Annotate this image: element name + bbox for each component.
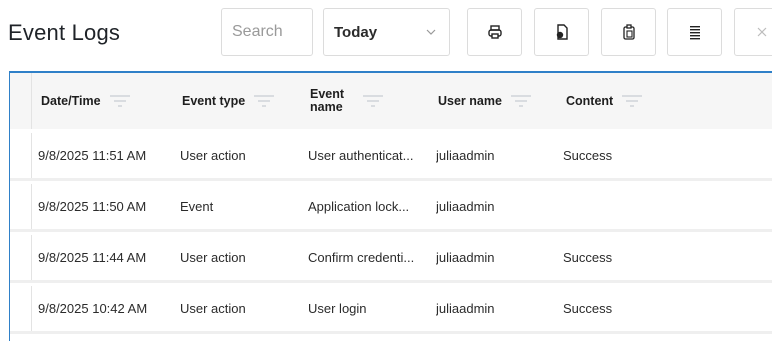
print-icon	[487, 25, 502, 39]
column-header-label: Event type	[182, 94, 246, 108]
columns-icon	[689, 26, 700, 40]
cell-user-name: juliaadmin	[436, 301, 495, 316]
print-button[interactable]	[467, 8, 522, 56]
column-header-label: User name	[438, 94, 502, 108]
column-header-label: Content	[566, 94, 614, 108]
copy-icon	[622, 24, 635, 40]
row-gutter	[10, 235, 32, 280]
cell-event-name: Application lock...	[308, 199, 410, 214]
cell-user-name: juliaadmin	[436, 148, 495, 163]
columns-button[interactable]	[667, 8, 722, 56]
column-header-label: Event name	[310, 87, 345, 114]
export-file-icon	[556, 24, 568, 40]
column-header-event-name[interactable]: Event name	[310, 88, 384, 114]
column-header-label: Date/Time	[41, 94, 101, 108]
row-gutter	[10, 73, 32, 129]
cell-datetime: 9/8/2025 11:50 AM	[38, 199, 147, 214]
cell-datetime: 9/8/2025 11:44 AM	[38, 250, 147, 265]
cell-content: Success	[563, 148, 613, 163]
cell-event-type: User action	[180, 148, 246, 163]
table-row[interactable]: 9/8/2025 11:50 AM Event Application lock…	[10, 184, 772, 232]
event-log-table: Date/Time Event type Event name User nam…	[9, 71, 772, 341]
search-input[interactable]	[221, 8, 313, 56]
filter-icon[interactable]	[253, 94, 275, 108]
row-gutter	[10, 286, 32, 331]
row-gutter	[10, 133, 32, 178]
date-range-select[interactable]: Today	[323, 8, 450, 56]
chevron-down-icon	[426, 29, 436, 35]
cell-user-name: juliaadmin	[436, 199, 495, 214]
table-row[interactable]: 9/8/2025 11:51 AM User action User authe…	[10, 133, 772, 181]
column-header-datetime[interactable]: Date/Time	[41, 94, 131, 108]
cell-event-name: User authenticat...	[308, 148, 414, 163]
cell-content: Success	[563, 250, 613, 265]
cell-event-name: Confirm credenti...	[308, 250, 415, 265]
table-row[interactable]: 9/8/2025 11:44 AM User action Confirm cr…	[10, 235, 772, 283]
table-row[interactable]: 9/8/2025 10:42 AM User action User login…	[10, 286, 772, 334]
filter-icon[interactable]	[109, 94, 131, 108]
cell-event-type: User action	[180, 301, 246, 316]
export-button[interactable]	[534, 8, 589, 56]
column-header-user-name[interactable]: User name	[438, 94, 532, 108]
date-range-value: Today	[334, 23, 378, 41]
filter-icon[interactable]	[362, 94, 384, 108]
filter-icon[interactable]	[621, 94, 643, 108]
cell-datetime: 9/8/2025 11:51 AM	[38, 148, 147, 163]
table-header: Date/Time Event type Event name User nam…	[10, 73, 772, 129]
cell-user-name: juliaadmin	[436, 250, 495, 265]
row-gutter	[10, 184, 32, 229]
column-header-content[interactable]: Content	[566, 94, 643, 108]
copy-button[interactable]	[601, 8, 656, 56]
cell-event-type: User action	[180, 250, 246, 265]
close-button[interactable]	[734, 8, 772, 56]
close-icon	[757, 27, 766, 37]
column-header-event-type[interactable]: Event type	[182, 94, 275, 108]
cell-content: Success	[563, 301, 613, 316]
cell-event-type: Event	[180, 199, 214, 214]
page-title: Event Logs	[8, 20, 121, 45]
filter-icon[interactable]	[510, 94, 532, 108]
cell-datetime: 9/8/2025 10:42 AM	[38, 301, 148, 316]
cell-event-name: User login	[308, 301, 367, 316]
